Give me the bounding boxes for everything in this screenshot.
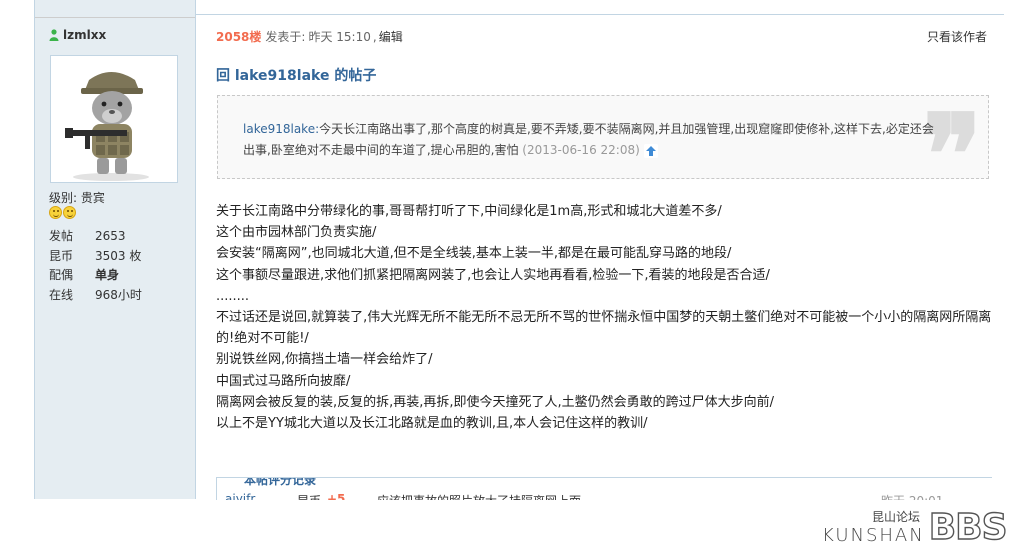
post-body-line: ........ bbox=[216, 288, 250, 304]
level-value: 贵宾 bbox=[80, 191, 105, 205]
stat-row: 在线 968小时 bbox=[49, 285, 142, 305]
stat-row: 配偶 单身 bbox=[49, 265, 142, 285]
watermark-bbs: BBS bbox=[928, 507, 1008, 548]
post-body-line: 这个事额尽量跟进,求他们抓紧把隔离网装了,也会让人实地再看看,检验一下,看装的地… bbox=[216, 267, 770, 283]
author-username[interactable]: lzmlxx bbox=[49, 28, 106, 42]
post-body-line: 关于长江南路中分带绿化的事,哥哥帮打听了下,中间绿化是1m高,形式和城北大道差不… bbox=[216, 204, 722, 219]
post-body-line: 会安装“隔离网”,也同城北大道,但不是全线装,基本上装一半,都是在最可能乱穿马路… bbox=[216, 246, 732, 262]
watermark-cn: 昆山论坛 bbox=[872, 510, 921, 524]
quote-time: (2013-06-16 22:08) bbox=[522, 143, 640, 157]
post-body-line: 隔离网会被反复的装,反复的拆,再装,再拆,即使今天撞死了人,土鳖仍然会勇敢的跨过… bbox=[216, 394, 775, 410]
stat-value: 3503 枚 bbox=[95, 248, 142, 263]
rating-title: 本帖评分记录 bbox=[241, 478, 320, 488]
stat-value: 2653 bbox=[95, 228, 126, 243]
post-body-line: 以上不是YY城北大道以及长江北路就是血的教训,且,本人会记住这样的教训/ bbox=[216, 416, 648, 432]
post-top-divider bbox=[196, 14, 1004, 15]
post-body: 关于长江南路中分带绿化的事,哥哥帮打听了下,中间绿化是1m高,形式和城北大道差不… bbox=[216, 201, 996, 434]
quote-author[interactable]: lake918lake: bbox=[243, 122, 319, 136]
level-label: 级别: 贵宾 bbox=[49, 191, 105, 205]
stat-label: 在线 bbox=[49, 287, 74, 302]
edit-link[interactable]: 编辑 bbox=[379, 28, 403, 45]
kunshan-bbs-watermark: KUNSHAN 昆山论坛 BBS bbox=[822, 507, 1008, 548]
avatar-image bbox=[51, 56, 177, 182]
stat-value: 单身 bbox=[95, 268, 120, 283]
stat-label: 发帖 bbox=[49, 229, 74, 244]
sidebar-divider bbox=[35, 17, 195, 18]
watermark-latin: KUNSHAN bbox=[822, 525, 925, 546]
stat-row: 昆币 3503 枚 bbox=[49, 246, 142, 266]
post-body-line: 中国式过马路所向披靡/ bbox=[216, 373, 351, 389]
smiley-icon bbox=[63, 206, 76, 219]
smiley-icon bbox=[49, 206, 62, 219]
quote-block: ❞ lake918lake:今天长江南路出事了,那个高度的树真是,要不弄矮,要不… bbox=[217, 95, 989, 210]
post-body-line: 不过话还是说回,就算装了,伟大光辉无所不能无所不忌无所不骂的世怀揣永恒中国梦的天… bbox=[216, 310, 992, 347]
level-stars bbox=[49, 206, 76, 219]
posted-time: 昨天 15:10 bbox=[308, 30, 371, 44]
online-user-icon bbox=[49, 29, 59, 41]
post-body-line: 别说铁丝网,你搞挡土墙一样会给炸了/ bbox=[216, 352, 433, 368]
meta-separator: , bbox=[372, 29, 377, 44]
floor-number[interactable]: 2058楼 bbox=[216, 28, 261, 45]
post-meta: 2058楼 发表于: 昨天 15:10 , 编辑 bbox=[216, 28, 403, 45]
stat-row: 发帖 2653 bbox=[49, 226, 142, 246]
jump-to-post-icon[interactable] bbox=[643, 143, 658, 158]
stat-label: 配偶 bbox=[49, 268, 74, 283]
post-body-line: 这个由市园林部门负责实施/ bbox=[216, 225, 377, 241]
post-title: 回 lake918lake 的帖子 bbox=[216, 68, 377, 84]
quote-text: lake918lake:今天长江南路出事了,那个高度的树真是,要不弄矮,要不装隔… bbox=[243, 119, 943, 161]
author-sidebar: lzmlxx 级别: 贵宾 发帖 2653 昆币 3503 枚 配偶 单身 在线… bbox=[34, 0, 196, 499]
only-author-link[interactable]: 只看该作者 bbox=[927, 28, 987, 45]
author-stats: 发帖 2653 昆币 3503 枚配偶 单身在线 968小时 bbox=[49, 226, 142, 304]
username-text: lzmlxx bbox=[63, 28, 107, 42]
stat-label: 昆币 bbox=[49, 248, 74, 263]
stat-value: 968小时 bbox=[95, 287, 142, 302]
posted-prefix: 发表于: bbox=[265, 30, 306, 44]
avatar[interactable] bbox=[50, 55, 178, 183]
